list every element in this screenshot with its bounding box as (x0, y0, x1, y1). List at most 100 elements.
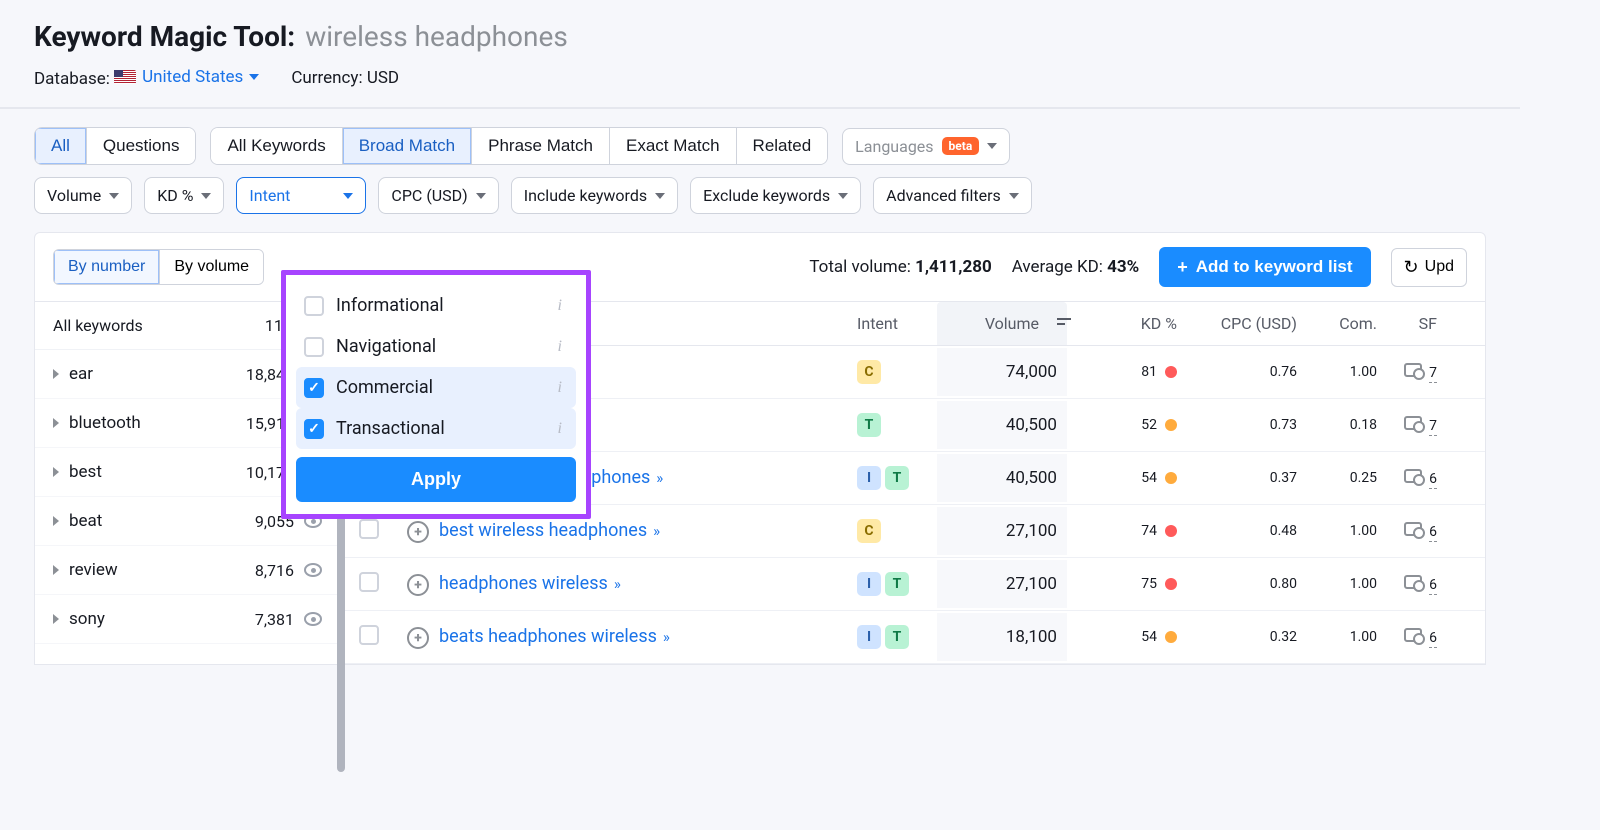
chevron-right-icon (53, 516, 59, 526)
sort-by-volume[interactable]: By volume (160, 250, 263, 284)
intent-option-informational[interactable]: Informational i (296, 285, 576, 326)
keyword-link[interactable]: best wireless headphones (439, 520, 647, 541)
kd-dot-icon (1165, 578, 1177, 590)
serp-icon[interactable] (1404, 469, 1422, 483)
cpc-cell: 0.73 (1177, 417, 1297, 433)
volume-cell: 40,500 (937, 401, 1067, 449)
sort-by-number[interactable]: By number (54, 250, 160, 284)
serp-icon[interactable] (1404, 628, 1422, 642)
plus-icon: + (1177, 258, 1188, 276)
cpc-cell: 0.76 (1177, 364, 1297, 380)
chevron-right-icon (53, 565, 59, 575)
row-checkbox[interactable] (359, 519, 379, 539)
row-checkbox[interactable] (359, 625, 379, 645)
chevron-right-icon (53, 614, 59, 624)
col-com[interactable]: Com. (1297, 314, 1377, 333)
page-query: wireless headphones (305, 20, 568, 53)
eye-icon[interactable] (304, 563, 322, 577)
sidebar-item-count: 7,381 (255, 610, 294, 629)
sidebar-item-label: review (69, 560, 245, 580)
sf-cell: 6 (1377, 628, 1437, 646)
com-cell: 1.00 (1297, 364, 1377, 380)
filter-kd[interactable]: KD % (144, 177, 224, 214)
languages-select[interactable]: Languages beta (842, 128, 1010, 165)
tab-phrase-match[interactable]: Phrase Match (472, 128, 610, 164)
serp-icon[interactable] (1404, 575, 1422, 589)
col-kd[interactable]: KD % (1067, 314, 1177, 333)
col-sf[interactable]: SF (1377, 314, 1437, 333)
info-icon[interactable]: i (558, 338, 568, 356)
tab-all-keywords[interactable]: All Keywords (211, 128, 342, 164)
sidebar-item-label: sony (69, 609, 245, 629)
sidebar-item-count: 8,716 (255, 561, 294, 580)
intent-tag-i: I (857, 625, 881, 649)
serp-icon[interactable] (1404, 522, 1422, 536)
chevron-down-icon (838, 193, 848, 199)
avg-kd-value: 43% (1107, 257, 1139, 277)
col-intent[interactable]: Intent (857, 314, 937, 333)
keyword-link[interactable]: beats headphones wireless (439, 626, 657, 647)
intent-option-navigational[interactable]: Navigationali (296, 326, 576, 367)
filter-cpc[interactable]: CPC (USD) (378, 177, 498, 214)
filter-volume[interactable]: Volume (34, 177, 132, 214)
apply-button[interactable]: Apply (296, 457, 576, 502)
languages-label: Languages (855, 137, 933, 156)
serp-icon[interactable] (1404, 416, 1422, 430)
info-icon[interactable]: i (558, 420, 568, 438)
kd-dot-icon (1165, 525, 1177, 537)
info-icon[interactable]: i (558, 297, 568, 315)
checkbox-checked[interactable]: ✓ (304, 378, 324, 398)
filter-include-keywords[interactable]: Include keywords (511, 177, 678, 214)
chevron-right-icon (53, 467, 59, 477)
chevron-down-icon (1009, 193, 1019, 199)
info-icon[interactable]: i (558, 379, 568, 397)
sidebar-item-sony[interactable]: sony 7,381 (35, 595, 340, 644)
kd-cell: 52 (1067, 417, 1177, 433)
checkbox-checked[interactable]: ✓ (304, 419, 324, 439)
tab-exact-match[interactable]: Exact Match (610, 128, 737, 164)
col-volume[interactable]: Volume (937, 302, 1067, 345)
tab-all[interactable]: All (35, 128, 87, 164)
double-chevron-icon: » (656, 469, 663, 487)
tab-related[interactable]: Related (737, 128, 828, 164)
filter-exclude-keywords[interactable]: Exclude keywords (690, 177, 861, 214)
expand-icon[interactable]: + (407, 521, 429, 543)
tab-broad-match[interactable]: Broad Match (343, 128, 472, 164)
sf-cell: 7 (1377, 416, 1437, 434)
chevron-right-icon (53, 418, 59, 428)
chevron-right-icon (53, 369, 59, 379)
sidebar-item-label: beat (69, 511, 245, 531)
expand-icon[interactable]: + (407, 627, 429, 649)
com-cell: 1.00 (1297, 576, 1377, 592)
filter-advanced[interactable]: Advanced filters (873, 177, 1032, 214)
sf-cell: 6 (1377, 522, 1437, 540)
add-to-keyword-list-button[interactable]: +Add to keyword list (1159, 247, 1370, 287)
intent-option-commercial[interactable]: ✓Commerciali (296, 367, 576, 408)
sort-by-segment: By number By volume (53, 249, 264, 285)
intent-tag-i: I (857, 466, 881, 490)
update-button[interactable]: ↻Upd (1391, 248, 1467, 287)
filter-advanced-label: Advanced filters (886, 186, 1001, 205)
checkbox[interactable] (304, 296, 324, 316)
tab-questions[interactable]: Questions (87, 128, 196, 164)
db-value: United States (142, 67, 243, 87)
checkbox[interactable] (304, 337, 324, 357)
sf-cell: 6 (1377, 575, 1437, 593)
filter-intent[interactable]: Intent (236, 177, 366, 214)
table-row: +headphones wireless»IT27,100750.801.00 … (341, 558, 1485, 611)
total-volume-value: 1,411,280 (915, 257, 992, 277)
chevron-down-icon (655, 193, 665, 199)
intent-tag-t: T (885, 572, 909, 596)
sidebar-item-review[interactable]: review 8,716 (35, 546, 340, 595)
eye-icon[interactable] (304, 612, 322, 626)
col-cpc[interactable]: CPC (USD) (1177, 314, 1297, 333)
keyword-link[interactable]: headphones wireless (439, 573, 608, 594)
serp-icon[interactable] (1404, 363, 1422, 377)
kd-dot-icon (1165, 366, 1177, 378)
intent-tag-t: T (857, 413, 881, 437)
row-checkbox[interactable] (359, 572, 379, 592)
intent-option-transactional[interactable]: ✓Transactionali (296, 408, 576, 449)
database-select[interactable]: United States (114, 67, 259, 87)
intent-option-label: Informational (336, 295, 444, 316)
expand-icon[interactable]: + (407, 574, 429, 596)
